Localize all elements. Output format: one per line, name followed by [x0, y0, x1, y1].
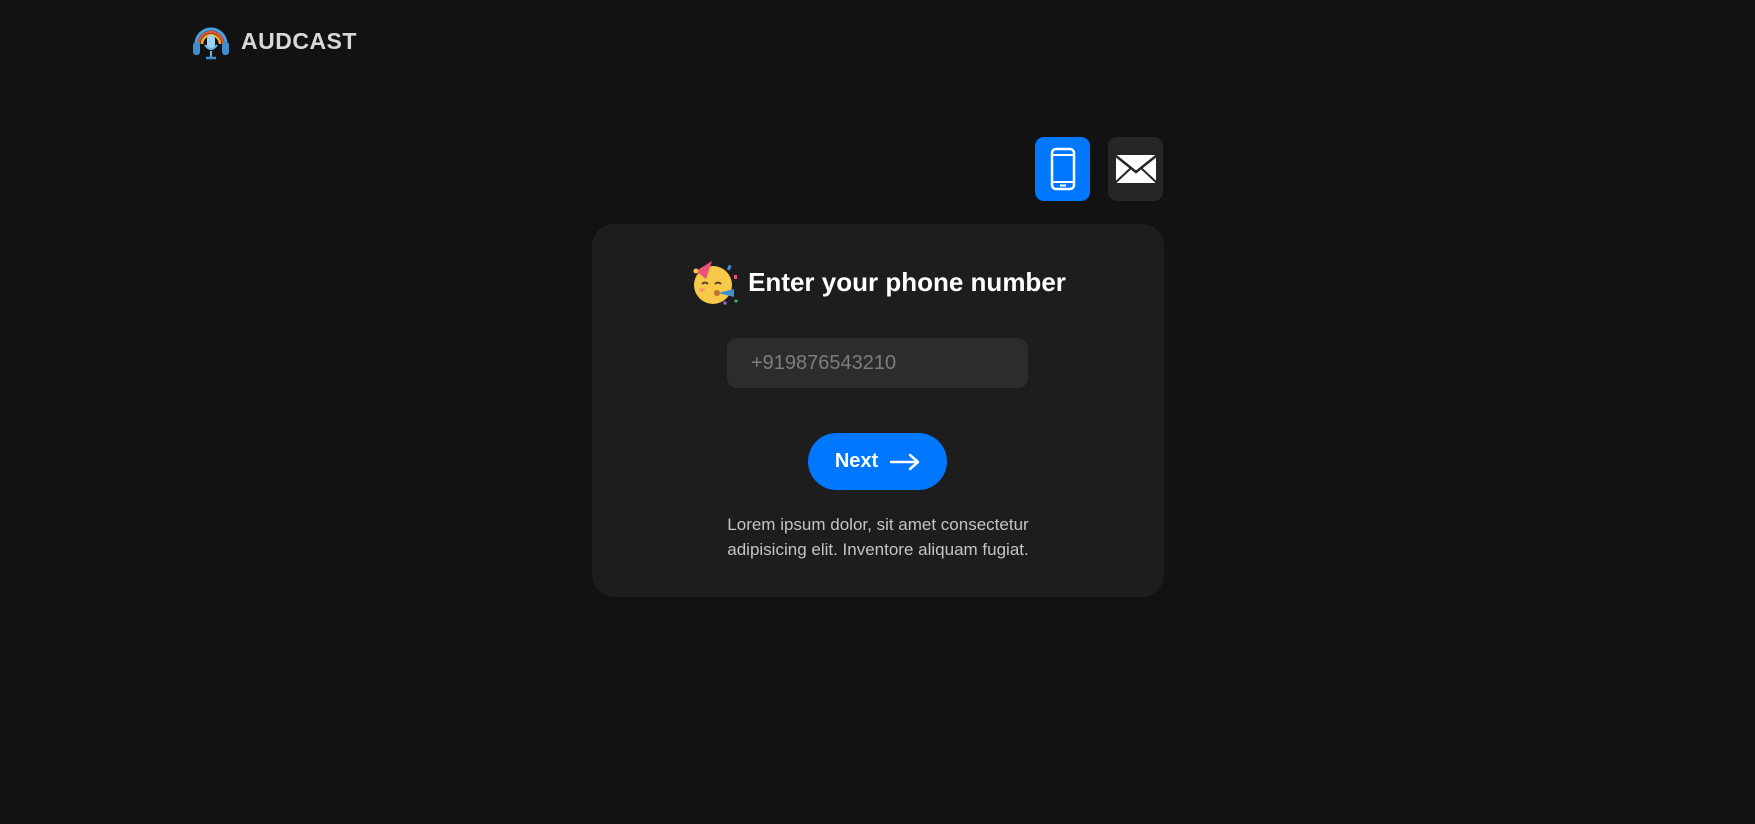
party-face-icon	[693, 261, 738, 305]
card-note: Lorem ipsum dolor, sit amet consectetur …	[592, 512, 1164, 562]
next-button-label: Next	[834, 450, 879, 472]
brand-name: AUDCAST	[241, 27, 357, 54]
phone-mode-button[interactable]	[1035, 137, 1090, 201]
card-heading: Enter your phone number	[592, 257, 1164, 307]
phone-number-input[interactable]	[727, 338, 1028, 388]
phone-icon	[1050, 147, 1075, 191]
email-mode-button[interactable]	[1108, 137, 1163, 201]
brand-logo[interactable]: AUDCAST	[190, 20, 357, 62]
headphones-mic-icon	[193, 27, 229, 60]
next-button[interactable]: Next	[808, 433, 947, 490]
card-note-line: Lorem ipsum dolor, sit amet consectetur	[727, 515, 1029, 534]
mail-icon	[1114, 155, 1157, 183]
phone-login-card: Enter your phone number Next Lorem ipsum…	[592, 224, 1164, 597]
card-note-line: adipisicing elit. Inventore aliquam fugi…	[727, 540, 1029, 559]
arrow-right-icon	[890, 453, 920, 470]
card-title: Enter your phone number	[748, 266, 1066, 297]
login-page: AUDCAST Enter your phone number +9198765…	[0, 0, 1755, 824]
